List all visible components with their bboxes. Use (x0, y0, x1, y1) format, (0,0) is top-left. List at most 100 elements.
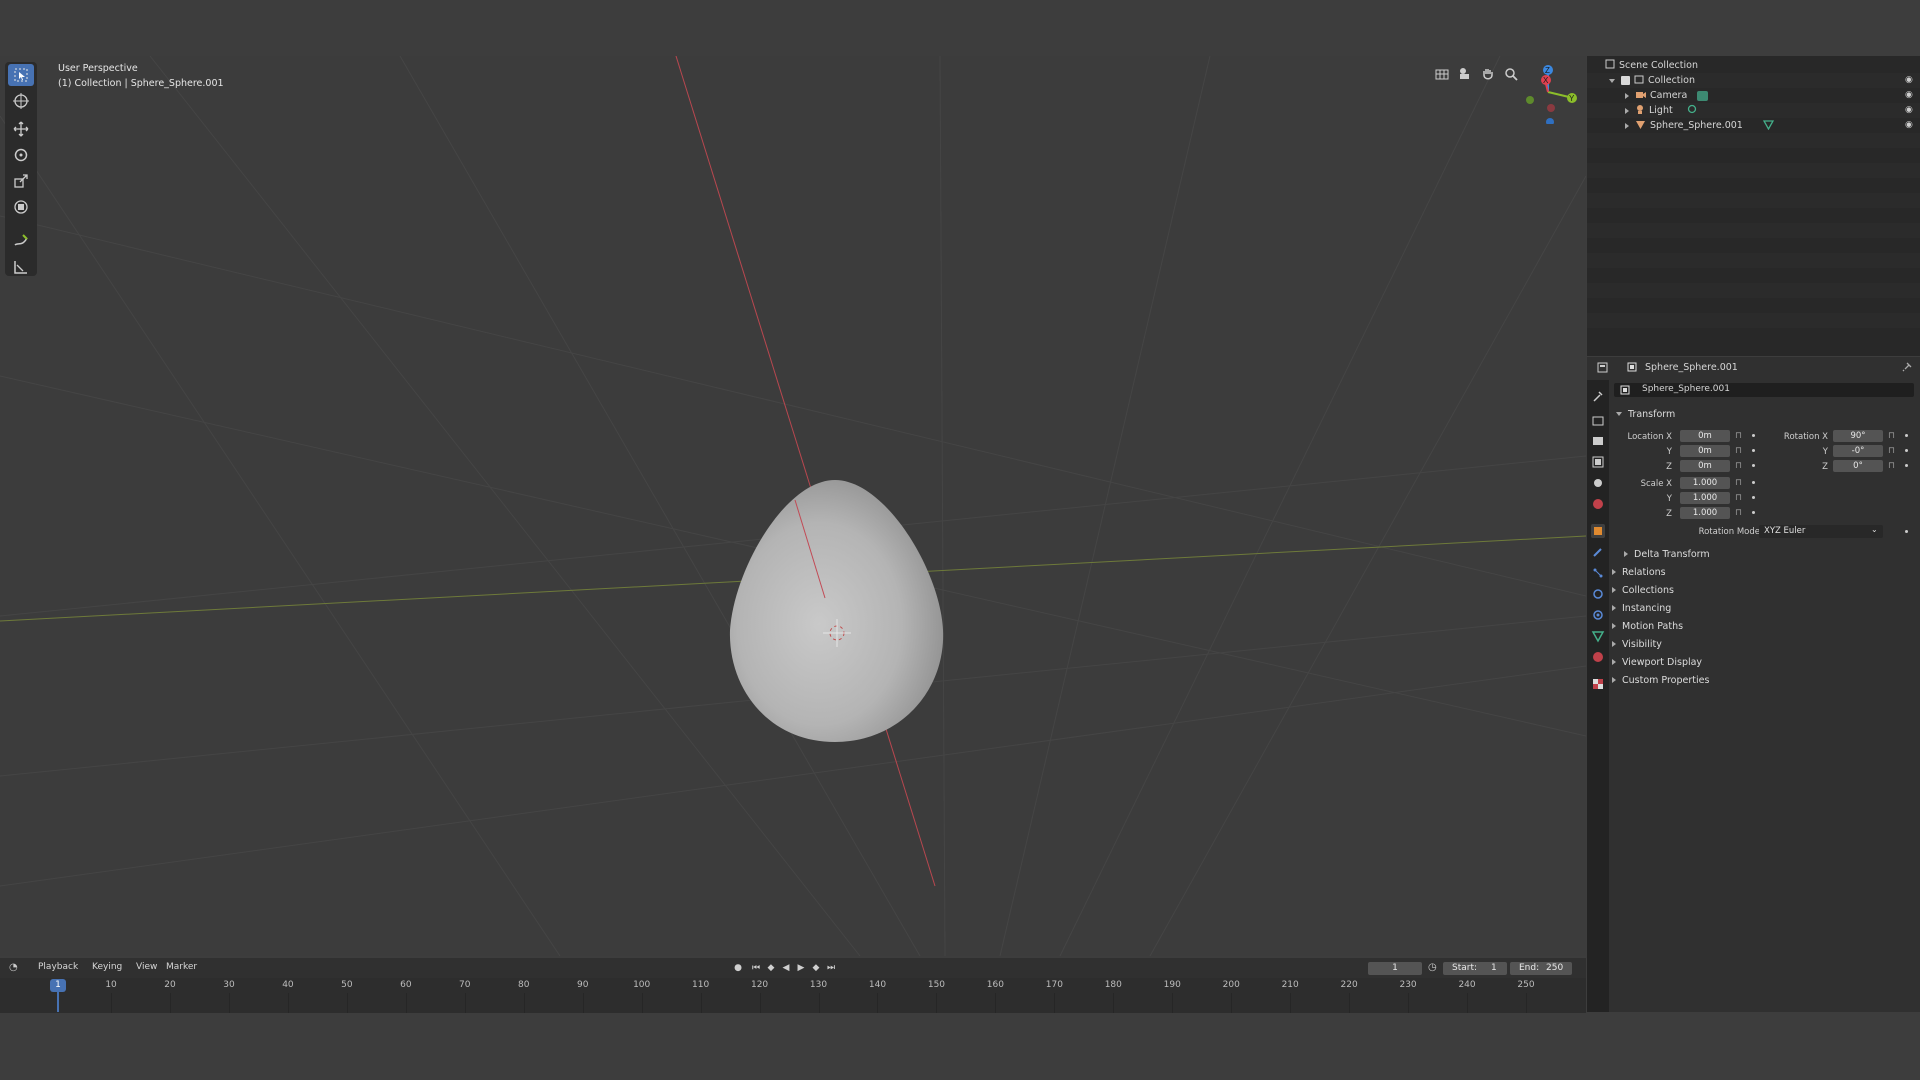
keyframe-dot-icon[interactable] (1752, 464, 1755, 467)
prev-keyframe-icon[interactable]: ◆ (765, 962, 777, 974)
cursor-icon[interactable] (8, 90, 34, 112)
lock-icon[interactable]: ⊓ (1735, 508, 1742, 518)
transform-icon[interactable] (8, 196, 34, 218)
keyframe-dot-icon[interactable] (1905, 449, 1908, 452)
tool-tab-icon[interactable] (1591, 389, 1605, 403)
editor-type-icon[interactable] (1597, 362, 1611, 377)
location-z-field[interactable]: 0m (1680, 460, 1730, 472)
marker-menu[interactable]: Marker (166, 962, 197, 972)
keyframe-dot-icon[interactable] (1752, 496, 1755, 499)
keyframe-dot-icon[interactable] (1752, 449, 1755, 452)
keyframe-dot-icon[interactable] (1752, 511, 1755, 514)
texture-tab-icon[interactable] (1591, 677, 1605, 691)
start-frame-field[interactable]: Start: 1 (1443, 962, 1507, 975)
delta-transform-panel[interactable]: Delta Transform (1624, 546, 1920, 562)
outliner-row-camera[interactable]: Camera ◉ (1587, 88, 1920, 103)
pin-icon[interactable] (1902, 362, 1912, 375)
keyframe-dot-icon[interactable] (1905, 464, 1908, 467)
panel-relations[interactable]: Relations (1612, 564, 1912, 580)
current-frame-field[interactable]: 1 (1368, 962, 1422, 975)
keyframe-dot-icon[interactable] (1905, 530, 1908, 533)
physics-tab-icon[interactable] (1591, 587, 1605, 601)
light-data-icon[interactable] (1687, 104, 1697, 117)
outliner-row-light[interactable]: Light ◉ (1587, 103, 1920, 118)
move-icon[interactable] (8, 118, 34, 140)
lock-icon[interactable]: ⊓ (1735, 431, 1742, 441)
visibility-eye-icon[interactable]: ◉ (1905, 75, 1915, 85)
checkbox-icon[interactable] (1621, 76, 1630, 85)
expand-icon[interactable] (1625, 107, 1629, 114)
outliner-row-collection[interactable]: Collection ◉ (1587, 73, 1920, 88)
pan-hand-icon[interactable] (1479, 65, 1497, 83)
end-frame-field[interactable]: End: 250 (1510, 962, 1572, 975)
lock-icon[interactable]: ⊓ (1888, 446, 1895, 456)
playhead-indicator[interactable]: 1 (50, 979, 66, 992)
annotate-icon[interactable] (8, 230, 34, 252)
lock-icon[interactable]: ⊓ (1888, 461, 1895, 471)
scale-z-field[interactable]: 1.000 (1680, 507, 1730, 519)
view-menu[interactable]: View (136, 962, 157, 972)
record-icon[interactable]: ● (732, 962, 744, 974)
navigation-gizmo[interactable]: Z Y X (1515, 62, 1580, 124)
playback-menu[interactable]: Playback (38, 962, 78, 972)
location-y-field[interactable]: 0m (1680, 445, 1730, 457)
visibility-eye-icon[interactable]: ◉ (1905, 120, 1915, 130)
scale-y-field[interactable]: 1.000 (1680, 492, 1730, 504)
scale-x-field[interactable]: 1.000 (1680, 477, 1730, 489)
expand-icon[interactable] (1609, 78, 1615, 83)
panel-visibility[interactable]: Visibility (1612, 636, 1912, 652)
panel-collections[interactable]: Collections (1612, 582, 1912, 598)
sphere-mesh[interactable] (720, 420, 950, 750)
jump-start-icon[interactable]: ⏮ (750, 962, 762, 974)
object-tab-icon[interactable] (1591, 524, 1605, 538)
play-icon[interactable]: ▶ (795, 962, 807, 974)
editor-type-clock-icon[interactable]: ◔ (9, 962, 18, 973)
world-tab-icon[interactable] (1591, 497, 1605, 511)
grid-icon[interactable] (1433, 65, 1451, 83)
constraints-tab-icon[interactable] (1591, 608, 1605, 622)
play-reverse-icon[interactable]: ◀ (780, 962, 792, 974)
view-layer-tab-icon[interactable] (1591, 455, 1605, 469)
mesh-data-tab-icon[interactable] (1591, 629, 1605, 643)
rotation-z-field[interactable]: 0° (1833, 460, 1883, 472)
location-x-field[interactable]: 0m (1680, 430, 1730, 442)
lock-icon[interactable]: ⊓ (1735, 446, 1742, 456)
outliner-row-sphere[interactable]: Sphere_Sphere.001 ◉ (1587, 118, 1920, 133)
next-keyframe-icon[interactable]: ◆ (810, 962, 822, 974)
3d-viewport[interactable]: User Perspective (1) Collection | Sphere… (0, 56, 1586, 956)
rotation-y-field[interactable]: -0° (1833, 445, 1883, 457)
particles-tab-icon[interactable] (1591, 566, 1605, 580)
rotation-mode-dropdown[interactable]: XYZ Euler ⌄ (1759, 525, 1883, 538)
mesh-data-icon[interactable] (1762, 119, 1774, 133)
scene-tab-icon[interactable] (1591, 476, 1605, 490)
expand-icon[interactable] (1625, 92, 1629, 99)
output-tab-icon[interactable] (1591, 434, 1605, 448)
stopwatch-icon[interactable]: ◷ (1428, 962, 1437, 973)
render-tab-icon[interactable] (1591, 413, 1605, 427)
visibility-eye-icon[interactable]: ◉ (1905, 105, 1915, 115)
lock-icon[interactable]: ⊓ (1735, 461, 1742, 471)
scale-icon[interactable] (8, 170, 34, 192)
material-tab-icon[interactable] (1591, 650, 1605, 664)
camera-view-icon[interactable] (1456, 65, 1474, 83)
transform-panel-header[interactable]: Transform (1612, 406, 1912, 422)
camera-data-icon[interactable] (1697, 90, 1709, 101)
rotation-x-field[interactable]: 90° (1833, 430, 1883, 442)
lock-icon[interactable]: ⊓ (1735, 493, 1742, 503)
modifier-tab-icon[interactable] (1591, 545, 1605, 559)
keyframe-dot-icon[interactable] (1905, 434, 1908, 437)
expand-icon[interactable] (1625, 122, 1629, 129)
select-box-icon[interactable] (8, 64, 34, 86)
object-name-field[interactable]: Sphere_Sphere.001 (1614, 383, 1914, 397)
panel-motion-paths[interactable]: Motion Paths (1612, 618, 1912, 634)
panel-instancing[interactable]: Instancing (1612, 600, 1912, 616)
outliner-row-scene[interactable]: Scene Collection (1587, 58, 1920, 73)
panel-viewport-display[interactable]: Viewport Display (1612, 654, 1912, 670)
panel-custom-properties[interactable]: Custom Properties (1612, 672, 1912, 688)
jump-end-icon[interactable]: ⏭ (825, 962, 837, 974)
measure-icon[interactable] (8, 256, 34, 278)
lock-icon[interactable]: ⊓ (1888, 431, 1895, 441)
keyframe-dot-icon[interactable] (1752, 481, 1755, 484)
visibility-eye-icon[interactable]: ◉ (1905, 90, 1915, 100)
rotate-icon[interactable] (8, 144, 34, 166)
